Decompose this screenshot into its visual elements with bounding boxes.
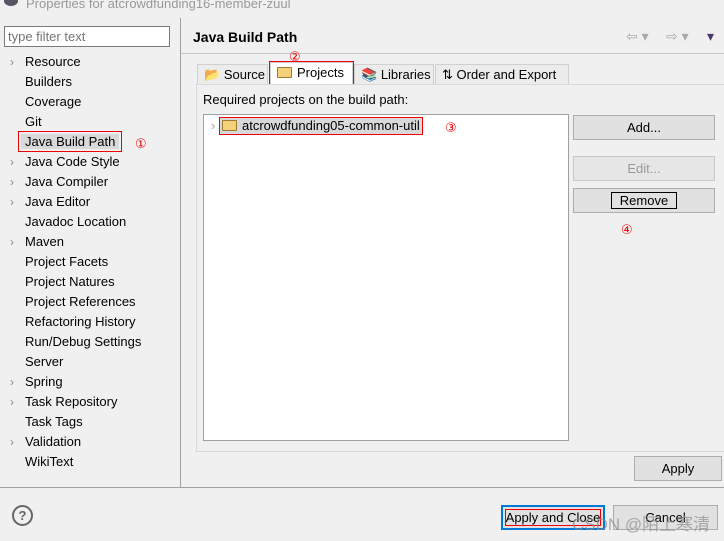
sidebar-item-label: Java Code Style [25, 154, 120, 169]
sidebar-item[interactable]: Server [25, 352, 63, 372]
watermark: CSDN @陌上寒清 [572, 515, 711, 534]
edit-button[interactable]: Edit... [573, 156, 715, 181]
sidebar-item-label: Git [25, 114, 42, 129]
sidebar-item-label: Resource [25, 54, 81, 69]
remove-button[interactable]: Remove [573, 188, 715, 213]
chevron-right-icon[interactable]: › [211, 118, 215, 133]
sidebar-item-label: Java Compiler [25, 174, 109, 189]
sidebar-item[interactable]: › Maven [10, 232, 65, 252]
sidebar-item-label: Project References [25, 294, 136, 309]
annotation-3: ③ [445, 120, 457, 135]
sidebar-item[interactable]: Task Tags [25, 412, 83, 432]
menu-icon[interactable]: ▾ [707, 28, 714, 45]
sidebar-item-label: Project Facets [25, 254, 109, 269]
sidebar-item[interactable]: Project References [25, 292, 136, 312]
annotation-1: ① [135, 136, 147, 151]
chevron-right-icon[interactable]: › [10, 152, 14, 172]
chevron-right-icon[interactable]: › [10, 192, 14, 212]
tab-libraries[interactable]: 📚 Libraries [354, 64, 434, 85]
source-icon: 📂 [204, 67, 221, 82]
sidebar-item[interactable]: Run/Debug Settings [25, 332, 141, 352]
sidebar-item[interactable]: Refactoring History [25, 312, 136, 332]
app-gear-icon [4, 0, 18, 6]
filter-input[interactable] [4, 26, 170, 47]
sidebar-item[interactable]: Project Facets [25, 252, 108, 272]
order-icon: ⇅ [442, 67, 453, 82]
sidebar-item[interactable]: WikiText [25, 452, 73, 472]
sidebar-item-label: Validation [25, 434, 82, 449]
sidebar-item[interactable]: Builders [25, 72, 72, 92]
divider[interactable] [180, 18, 181, 488]
sidebar-item-label: WikiText [25, 454, 74, 469]
sidebar-item[interactable]: › Java Code Style [10, 152, 120, 172]
help-icon[interactable]: ? [12, 505, 33, 526]
tab-source[interactable]: 📂 Source [197, 64, 268, 85]
sidebar-item-label: Server [25, 354, 64, 369]
sidebar-item[interactable]: Git [25, 112, 42, 132]
libraries-icon: 📚 [361, 67, 378, 82]
chevron-right-icon[interactable]: › [10, 392, 14, 412]
sidebar-item[interactable]: › Java Editor [10, 192, 91, 212]
forward-icon[interactable]: ⇨ ▾ [666, 28, 689, 45]
sidebar-item[interactable]: Javadoc Location [25, 212, 126, 232]
folder-icon [222, 120, 237, 131]
sidebar-item[interactable]: Java Build Path [17, 131, 123, 152]
sidebar-item-label: Java Editor [25, 194, 91, 209]
page-title: Java Build Path [193, 29, 298, 45]
chevron-right-icon[interactable]: › [10, 172, 14, 192]
window-title: Properties for atcrowdfunding16-member-z… [26, 0, 291, 11]
sidebar-item-label: Task Tags [25, 414, 83, 429]
footer-separator [0, 487, 724, 488]
sidebar-item-label: Task Repository [25, 394, 118, 409]
add-button[interactable]: Add... [573, 115, 715, 140]
sidebar-item-label: Coverage [25, 94, 82, 109]
annotation-4: ④ [621, 222, 633, 237]
sidebar-item-label: Project Natures [25, 274, 115, 289]
chevron-right-icon[interactable]: › [10, 372, 14, 392]
sidebar-item[interactable]: Coverage [25, 92, 81, 112]
sidebar-item-label: Builders [25, 74, 72, 89]
required-label: Required projects on the build path: [203, 92, 409, 107]
sidebar-item-label: Refactoring History [25, 314, 136, 329]
tab-order-export[interactable]: ⇅ Order and Export [435, 64, 569, 85]
sidebar-item[interactable]: › Task Repository [10, 392, 118, 412]
chevron-right-icon[interactable]: › [10, 232, 14, 252]
sidebar-item-label: Java Build Path [17, 131, 123, 152]
sidebar-item[interactable]: › Validation [10, 432, 82, 452]
sidebar-item-label: Run/Debug Settings [25, 334, 142, 349]
sidebar-item-label: Spring [25, 374, 63, 389]
back-icon[interactable]: ⇦ ▾ [626, 28, 649, 45]
sidebar-item[interactable]: › Resource [10, 52, 81, 72]
sidebar-item[interactable]: › Spring [10, 372, 63, 392]
chevron-right-icon[interactable]: › [10, 432, 14, 452]
chevron-right-icon[interactable]: › [10, 52, 14, 72]
sidebar-item-label: Maven [25, 234, 65, 249]
projects-list[interactable] [203, 114, 569, 441]
separator [181, 53, 724, 54]
sidebar-item[interactable]: › Java Compiler [10, 172, 109, 192]
apply-button[interactable]: Apply [634, 456, 722, 481]
sidebar-item[interactable]: Project Natures [25, 272, 115, 292]
list-item[interactable]: atcrowdfunding05-common-util [219, 117, 423, 135]
folder-icon [277, 67, 292, 78]
sidebar-item-label: Javadoc Location [25, 214, 127, 229]
tab-projects[interactable]: Projects [269, 61, 354, 86]
